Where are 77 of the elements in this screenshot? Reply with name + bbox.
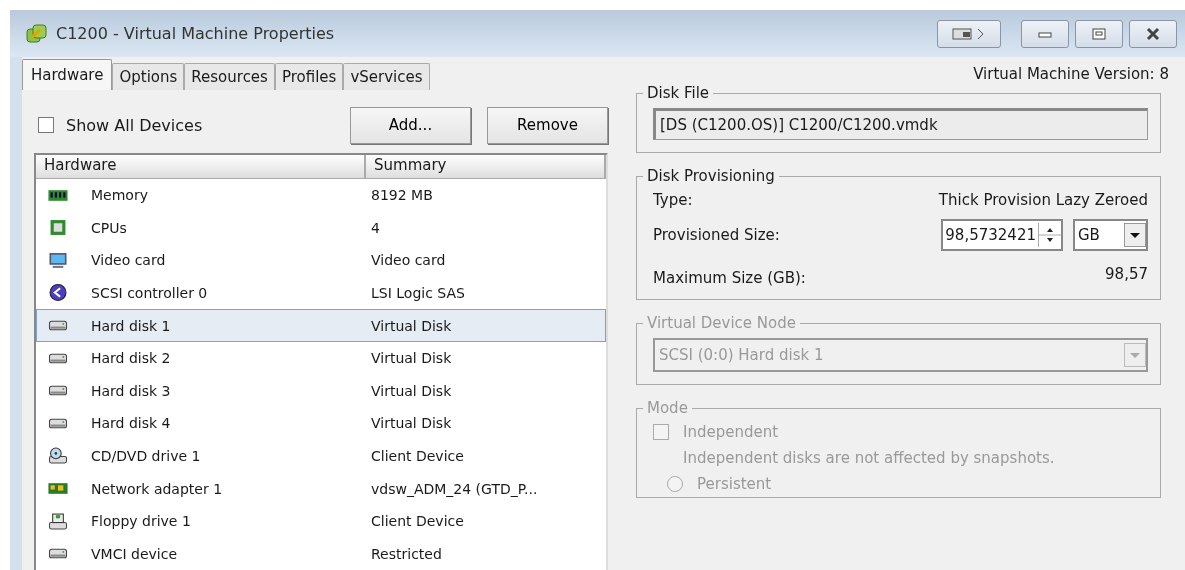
radio-label: Persistent — [697, 475, 772, 493]
table-cell: SCSI controller 0 — [91, 284, 208, 301]
table-cell-text: Video card — [370, 252, 447, 269]
table-cell-text: Virtual Disk — [370, 317, 453, 334]
table-cell: Video card — [91, 252, 166, 269]
column-header[interactable]: Summary — [366, 154, 606, 178]
dialog-button[interactable]: Add... — [350, 106, 471, 144]
hardware-row[interactable]: Network adapter 1 vdsw_ADM_24 (GTD_P... — [36, 472, 606, 505]
path-field[interactable]: [DS (C1200.OS)] C1200/C1200.vmdk — [653, 108, 1148, 140]
dialog-button[interactable]: Remove — [487, 106, 608, 144]
hardware-row[interactable]: SCSI controller 0 LSI Logic SAS — [36, 276, 606, 310]
type-value: Thick Provision Lazy Zeroed — [938, 191, 1148, 209]
table-cell-text: 8192 MB — [370, 187, 434, 204]
group-title: Mode — [646, 399, 689, 417]
checkbox[interactable] — [38, 117, 54, 134]
tab[interactable]: Options — [112, 63, 185, 90]
hardware-row[interactable]: Floppy drive 1 Client Device — [36, 504, 606, 538]
table-cell: CD/DVD drive 1 — [91, 447, 201, 464]
table-cell: Hard disk 1 — [91, 317, 171, 334]
table-cell: CPUs — [91, 219, 127, 236]
hardware-row[interactable]: VMCI device Restricted — [36, 537, 606, 570]
table-cell: Network adapter 1 — [91, 480, 223, 497]
app-logo-icon — [26, 23, 48, 44]
close-button[interactable] — [1129, 19, 1177, 48]
hardware-row[interactable]: Hard disk 2 Virtual Disk — [36, 341, 606, 375]
field-label: Provisioned Size: — [653, 226, 781, 244]
cd-drive-icon — [47, 447, 69, 465]
table-cell-text: Virtual Disk — [370, 415, 453, 432]
field-label: Maximum Size (GB): — [653, 269, 807, 287]
table-cell: Hard disk 3 — [91, 382, 171, 399]
column-header[interactable]: Hardware — [36, 154, 366, 178]
hint-text: Independent disks are not affected by snapshots. — [682, 449, 1056, 467]
network-card-icon — [47, 480, 69, 497]
table-cell-text: Restricted — [370, 545, 443, 562]
group-title: Disk Provisioning — [646, 167, 776, 185]
hardware-row[interactable]: Video card Video card — [36, 244, 606, 277]
monitor-icon — [47, 251, 69, 269]
spinner-arrows-icon — [1038, 223, 1061, 247]
size-spinner[interactable]: 98,5732421 — [941, 219, 1063, 251]
table-cell-text: 4 — [370, 219, 381, 236]
field-label: Type: — [653, 191, 694, 209]
hardware-row[interactable]: Hard disk 3 Virtual Disk — [36, 374, 606, 408]
hardware-row[interactable]: CPUs 4 — [36, 211, 606, 245]
floppy-drive-icon — [47, 512, 69, 530]
scsi-controller-icon — [47, 284, 69, 302]
tab[interactable]: Profiles — [274, 63, 344, 90]
window-title: C1200 - Virtual Machine Properties — [56, 24, 336, 43]
maximize-icon — [1091, 27, 1107, 40]
table-cell-text: Client Device — [370, 447, 465, 464]
tab[interactable]: vServices — [343, 63, 430, 90]
table-cell: Memory — [91, 187, 148, 204]
tab[interactable]: Hardware — [22, 59, 113, 90]
table-cell: Hard disk 4 — [91, 415, 171, 432]
maximize-button[interactable] — [1075, 19, 1123, 48]
table-cell-text: LSI Logic SAS — [370, 284, 466, 301]
hardware-row[interactable]: Hard disk 1 Virtual Disk — [36, 309, 606, 342]
minimize-button[interactable] — [1021, 19, 1069, 48]
version-label: Virtual Machine Version: 8 — [973, 64, 1169, 83]
group-title: Virtual Device Node — [646, 314, 797, 332]
max-size-value: 98,57 — [1105, 265, 1148, 283]
table-cell-text: Virtual Disk — [370, 382, 453, 399]
tab[interactable]: Resources — [184, 63, 275, 90]
hardware-row[interactable]: Memory 8192 MB — [36, 178, 606, 212]
table-cell: Hard disk 2 — [91, 350, 171, 367]
table-cell-text: vdsw_ADM_24 (GTD_P... — [370, 480, 539, 497]
table-cell-text: Virtual Disk — [370, 350, 453, 367]
hardware-row[interactable]: Hard disk 4 Virtual Disk — [36, 407, 606, 440]
table-cell-text: Client Device — [370, 513, 465, 530]
checkbox-label: Independent — [683, 423, 779, 441]
close-icon — [1145, 26, 1161, 41]
table-cell: Floppy drive 1 — [91, 513, 191, 530]
console-button[interactable] — [937, 19, 1001, 48]
hardware-row[interactable]: CD/DVD drive 1 Client Device — [36, 439, 606, 473]
unit-dropdown[interactable]: GB — [1073, 219, 1148, 251]
table-cell: VMCI device — [91, 545, 177, 562]
checkbox-label: Show All Devices — [66, 115, 203, 135]
group-title: Disk File — [646, 84, 711, 102]
